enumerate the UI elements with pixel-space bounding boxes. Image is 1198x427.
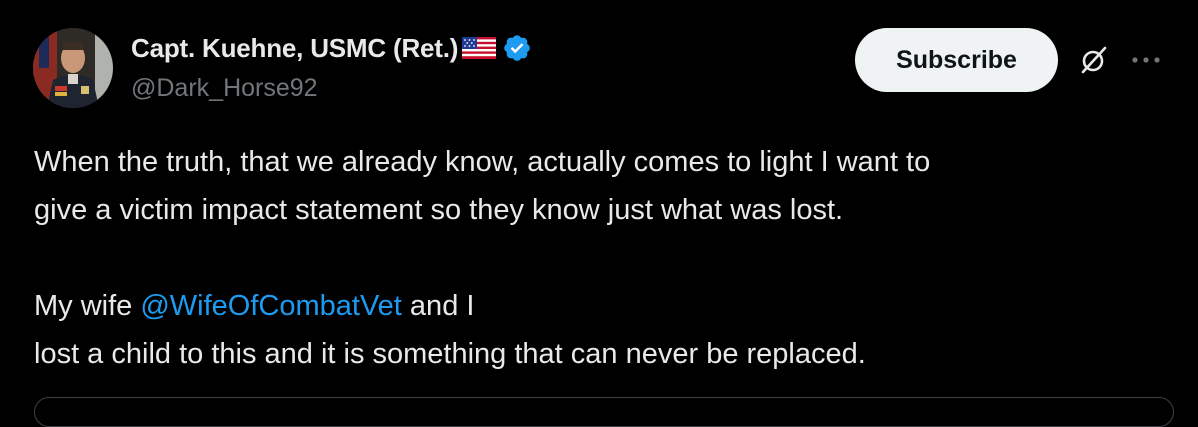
mention-link[interactable]: @WifeOfCombatVet [140,290,402,322]
tweet-text-line: My wife @WifeOfCombatVet and I [34,282,1174,330]
tweet-text-line: When the truth, that we already know, ac… [34,146,931,178]
verified-badge-icon[interactable] [502,33,532,63]
tweet-text-line: lost a child to this and it is something… [34,338,866,370]
quoted-card-edge[interactable] [34,397,1174,427]
tweet-text-fragment: My wife [34,290,141,322]
tweet: Capt. Kuehne, USMC (Ret.) @Dark_Horse92 … [0,0,1198,427]
tweet-text: When the truth, that we already know, ac… [34,138,1174,378]
tweet-text-fragment: and I [401,290,475,322]
grok-icon[interactable] [1078,44,1110,76]
author-display-name[interactable]: Capt. Kuehne, USMC (Ret.) [131,33,458,64]
more-icon[interactable] [1128,48,1164,72]
author-name-row[interactable]: Capt. Kuehne, USMC (Ret.) [131,30,532,66]
tweet-text-line: give a victim impact statement so they k… [34,194,844,226]
subscribe-button[interactable]: Subscribe [855,28,1058,92]
author-avatar[interactable] [33,28,113,108]
author-handle[interactable]: @Dark_Horse92 [131,74,318,103]
us-flag-icon [462,37,497,59]
